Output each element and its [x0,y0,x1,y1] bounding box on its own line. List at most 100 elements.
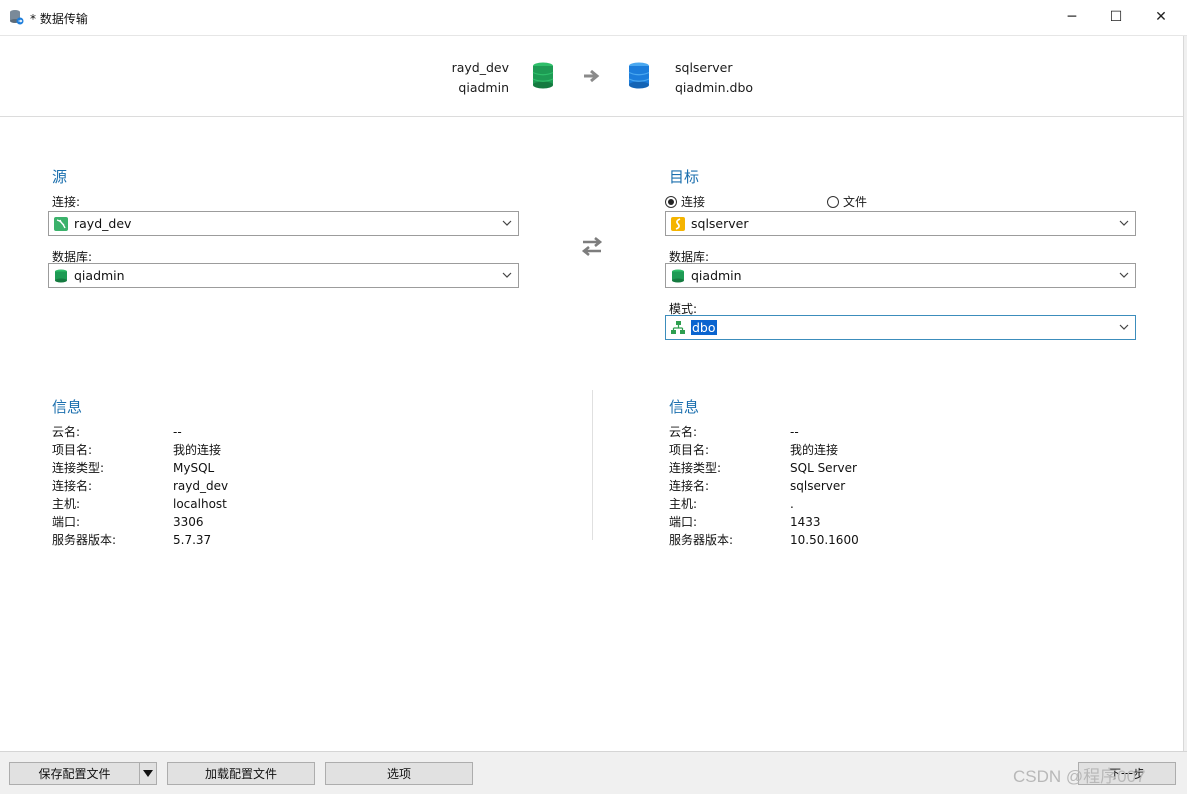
target-database-name: qiadmin.dbo [675,80,754,95]
transfer-summary: rayd_dev qiadmin sqlserver qiadmin.dbo [0,36,1187,117]
source-info-table: 云名: -- 项目名: 我的连接 连接类型: MySQL 连接名: rayd_dev 主… [52,423,228,549]
info-value: . [790,497,794,511]
info-row: 主机:. [669,495,859,513]
info-value: 我的连接 [173,443,222,457]
info-row: 连接名: rayd_dev [52,477,228,495]
source-connection-label: 连接: [52,195,81,209]
chevron-down-icon [502,220,512,226]
info-value: 5.7.37 [173,533,212,547]
info-row: 端口: 1433 [669,513,859,531]
vertical-scrollbar[interactable] [1183,36,1187,751]
info-row: 云名: -- [669,423,859,441]
info-key: 连接类型: [52,461,105,475]
info-value: 1433 [790,515,821,529]
info-value: localhost [173,497,227,511]
info-key: 连接名: [52,479,93,493]
info-key: 主机: [669,497,698,511]
chevron-down-icon [1119,272,1129,278]
close-button[interactable]: ✕ [1138,0,1184,34]
info-key: 主机: [52,497,81,511]
options-button[interactable]: 选项 [325,762,473,785]
save-profile-button[interactable]: 保存配置文件 [9,762,140,785]
source-connection-value: rayd_dev [74,216,132,231]
target-connection-select[interactable]: sqlserver [665,211,1136,236]
target-connection-radio[interactable]: 连接 [665,193,705,210]
info-key: 云名: [669,425,698,439]
radio-checked-icon [665,195,677,208]
info-value: -- [173,425,182,439]
info-key: 项目名: [52,443,93,457]
target-info-table: 云名: -- 项目名: 我的连接 连接类型: SQL Server 连接名: sqlse… [669,423,859,549]
info-key: 服务器版本: [52,533,117,547]
target-connection-name: sqlserver [675,60,733,75]
mysql-icon [54,216,68,231]
info-row: 服务器版本: 5.7.37 [52,531,228,549]
sqlserver-icon [671,216,685,231]
radio-unchecked-icon [827,195,839,208]
info-row: 云名: -- [52,423,228,441]
info-key: 服务器版本: [669,533,734,547]
target-summary: sqlserver qiadmin.dbo [675,58,753,98]
swap-icon[interactable] [580,234,604,258]
options-label: 选项 [386,767,411,781]
app-icon [10,10,24,25]
info-key: 云名: [52,425,81,439]
source-database-value: qiadmin [74,268,125,283]
target-connection-radio-label: 连接 [681,195,706,209]
target-schema-select[interactable]: dbo [665,315,1136,340]
footer-bar: 保存配置文件 加载配置文件 选项 下一步 [0,751,1187,794]
database-icon [672,269,684,282]
chevron-down-icon [1119,220,1129,226]
chevron-down-icon [502,272,512,278]
source-connection-select[interactable]: rayd_dev [48,211,519,236]
close-icon: ✕ [1155,9,1167,25]
target-database-select[interactable]: qiadmin [665,263,1136,288]
chevron-down-icon [1119,324,1129,330]
source-summary: rayd_dev qiadmin [452,58,509,98]
info-row: 主机: localhost [52,495,228,513]
maximize-icon: ☐ [1109,9,1123,25]
info-row: 连接类型: MySQL [52,459,228,477]
target-file-radio[interactable]: 文件 [827,193,867,210]
watermark: CSDN @程序007 [1013,767,1146,786]
target-title: 目标 [669,168,700,186]
load-profile-label: 加载配置文件 [204,767,277,781]
schema-icon [671,320,685,334]
info-key: 项目名: [669,443,710,457]
load-profile-button[interactable]: 加载配置文件 [167,762,315,785]
caret-down-icon [143,769,153,777]
info-value: rayd_dev [173,479,229,493]
info-row: 项目名: 我的连接 [669,441,859,459]
info-row: 连接类型: SQL Server [669,459,859,477]
window-title: * 数据传输 [30,12,88,26]
maximize-button[interactable]: ☐ [1093,0,1139,34]
target-schema-value: dbo [691,320,717,335]
info-value: MySQL [173,461,215,475]
info-value: 我的连接 [790,443,839,457]
source-title: 源 [52,168,68,186]
info-row: 项目名: 我的连接 [52,441,228,459]
info-value: 10.50.1600 [790,533,859,547]
info-row: 连接名: sqlserver [669,477,859,495]
info-value: sqlserver [790,479,846,493]
minimize-button[interactable]: ─ [1049,0,1095,34]
info-divider [592,390,593,540]
target-file-radio-label: 文件 [843,195,868,209]
minimize-icon: ─ [1067,9,1077,25]
source-connection-name: rayd_dev [451,60,509,75]
source-info-title: 信息 [52,398,83,416]
source-database-icon [532,62,554,89]
source-database-name: qiadmin [458,80,509,95]
info-value: SQL Server [790,461,857,475]
source-database-select[interactable]: qiadmin [48,263,519,288]
info-key: 连接名: [669,479,710,493]
title-bar: * 数据传输 ─ ☐ ✕ [0,0,1187,36]
target-database-icon [628,62,650,89]
arrow-right-icon [584,69,600,83]
target-connection-value: sqlserver [691,216,749,231]
save-profile-dropdown[interactable] [139,762,157,785]
info-key: 端口: [669,515,698,529]
info-key: 端口: [52,515,81,529]
target-info-title: 信息 [669,398,700,416]
info-value: 3306 [173,515,204,529]
